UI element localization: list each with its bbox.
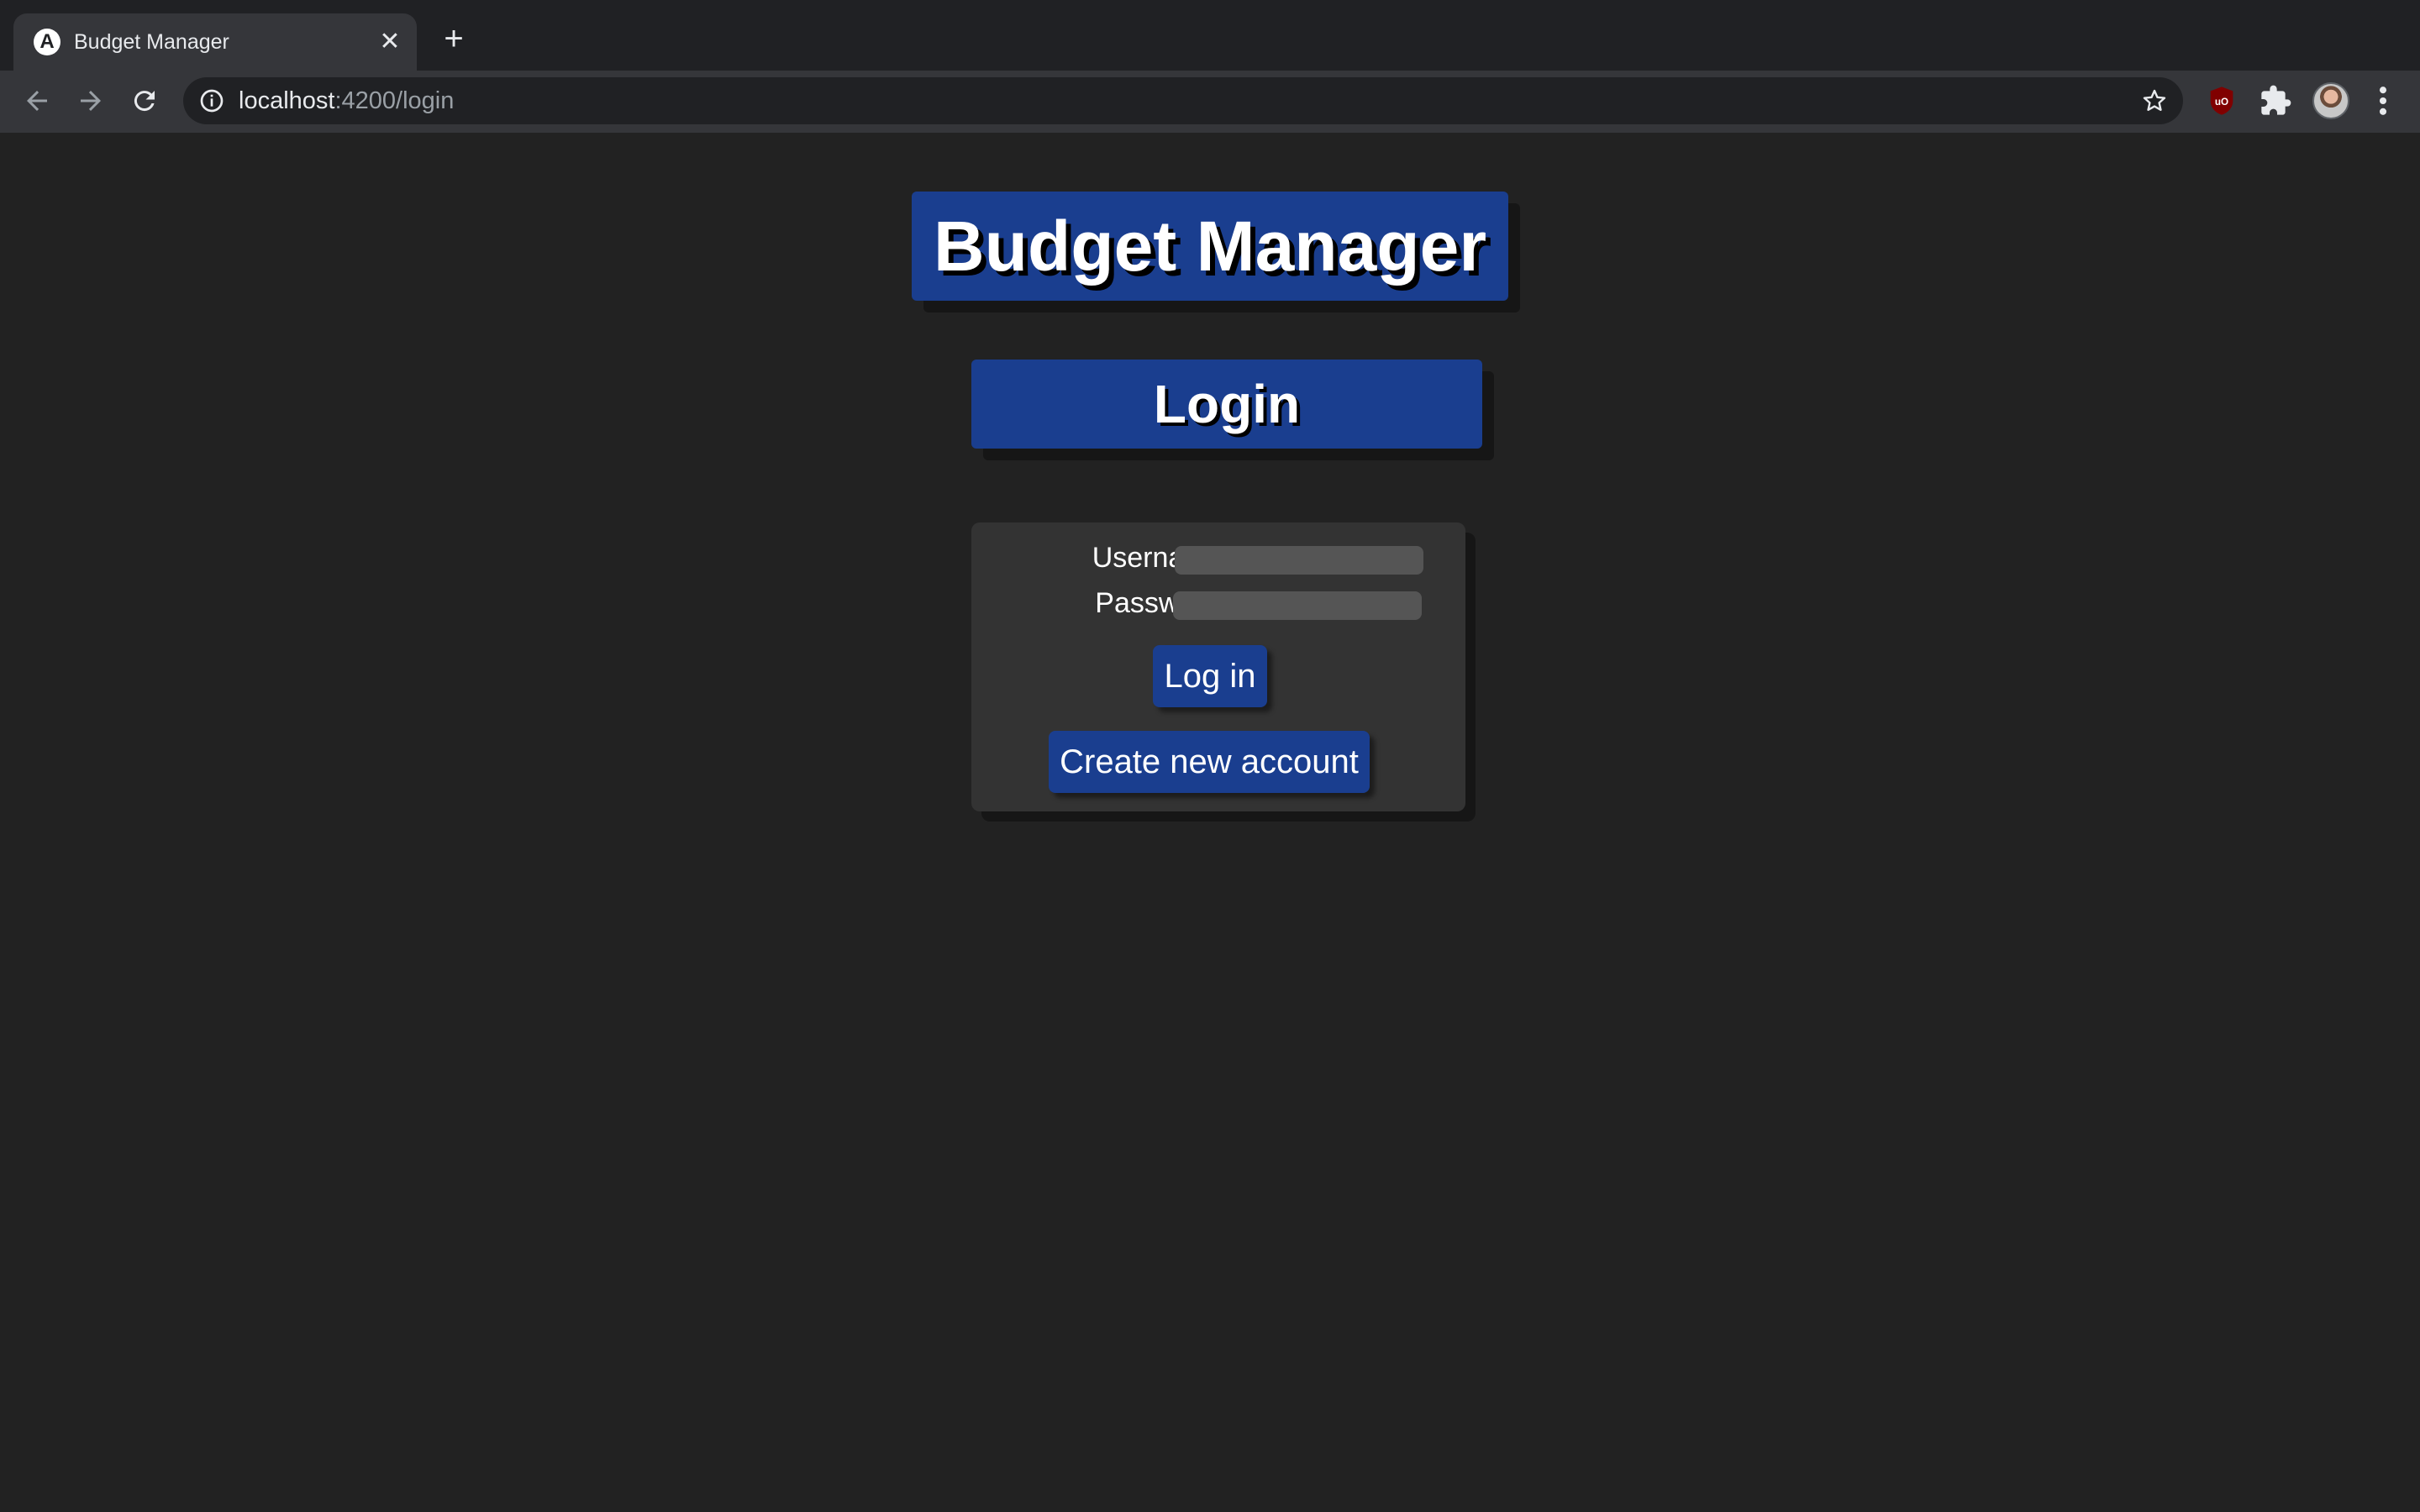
browser-tab[interactable]: A Budget Manager ✕ (13, 13, 417, 71)
username-input[interactable] (1175, 546, 1423, 575)
extensions-icon[interactable] (2259, 84, 2292, 118)
menu-icon[interactable] (2370, 82, 2396, 119)
ublock-icon[interactable]: uO (2205, 84, 2238, 118)
browser-chrome: A Budget Manager ✕ + localhost:4200/logi… (0, 0, 2420, 133)
close-tab-icon[interactable]: ✕ (373, 25, 407, 59)
url-path: :4200/login (334, 87, 455, 114)
info-icon[interactable] (198, 87, 225, 114)
tab-title: Budget Manager (74, 30, 229, 54)
tab-strip: A Budget Manager ✕ + (0, 0, 2420, 71)
login-heading: Login (971, 360, 1482, 449)
create-account-button[interactable]: Create new account (1049, 731, 1370, 793)
log-in-button[interactable]: Log in (1153, 645, 1267, 707)
page-content: Budget Manager Login Username: Password:… (0, 133, 2420, 1512)
address-bar[interactable]: localhost:4200/login (183, 77, 2183, 124)
reload-icon[interactable] (126, 82, 163, 119)
password-input[interactable] (1173, 591, 1422, 620)
url-text: localhost:4200/login (239, 77, 454, 124)
new-tab-icon[interactable]: + (435, 20, 472, 57)
star-icon[interactable] (2141, 87, 2168, 114)
angular-favicon-icon: A (34, 29, 60, 55)
url-host: localhost (239, 87, 335, 114)
svg-text:uO: uO (2215, 97, 2228, 108)
avatar[interactable] (2312, 82, 2349, 119)
forward-icon[interactable] (72, 82, 109, 119)
app-title: Budget Manager (912, 192, 1508, 301)
back-icon[interactable] (18, 82, 55, 119)
login-form: Username: Password: Log in Create new ac… (971, 522, 1465, 811)
